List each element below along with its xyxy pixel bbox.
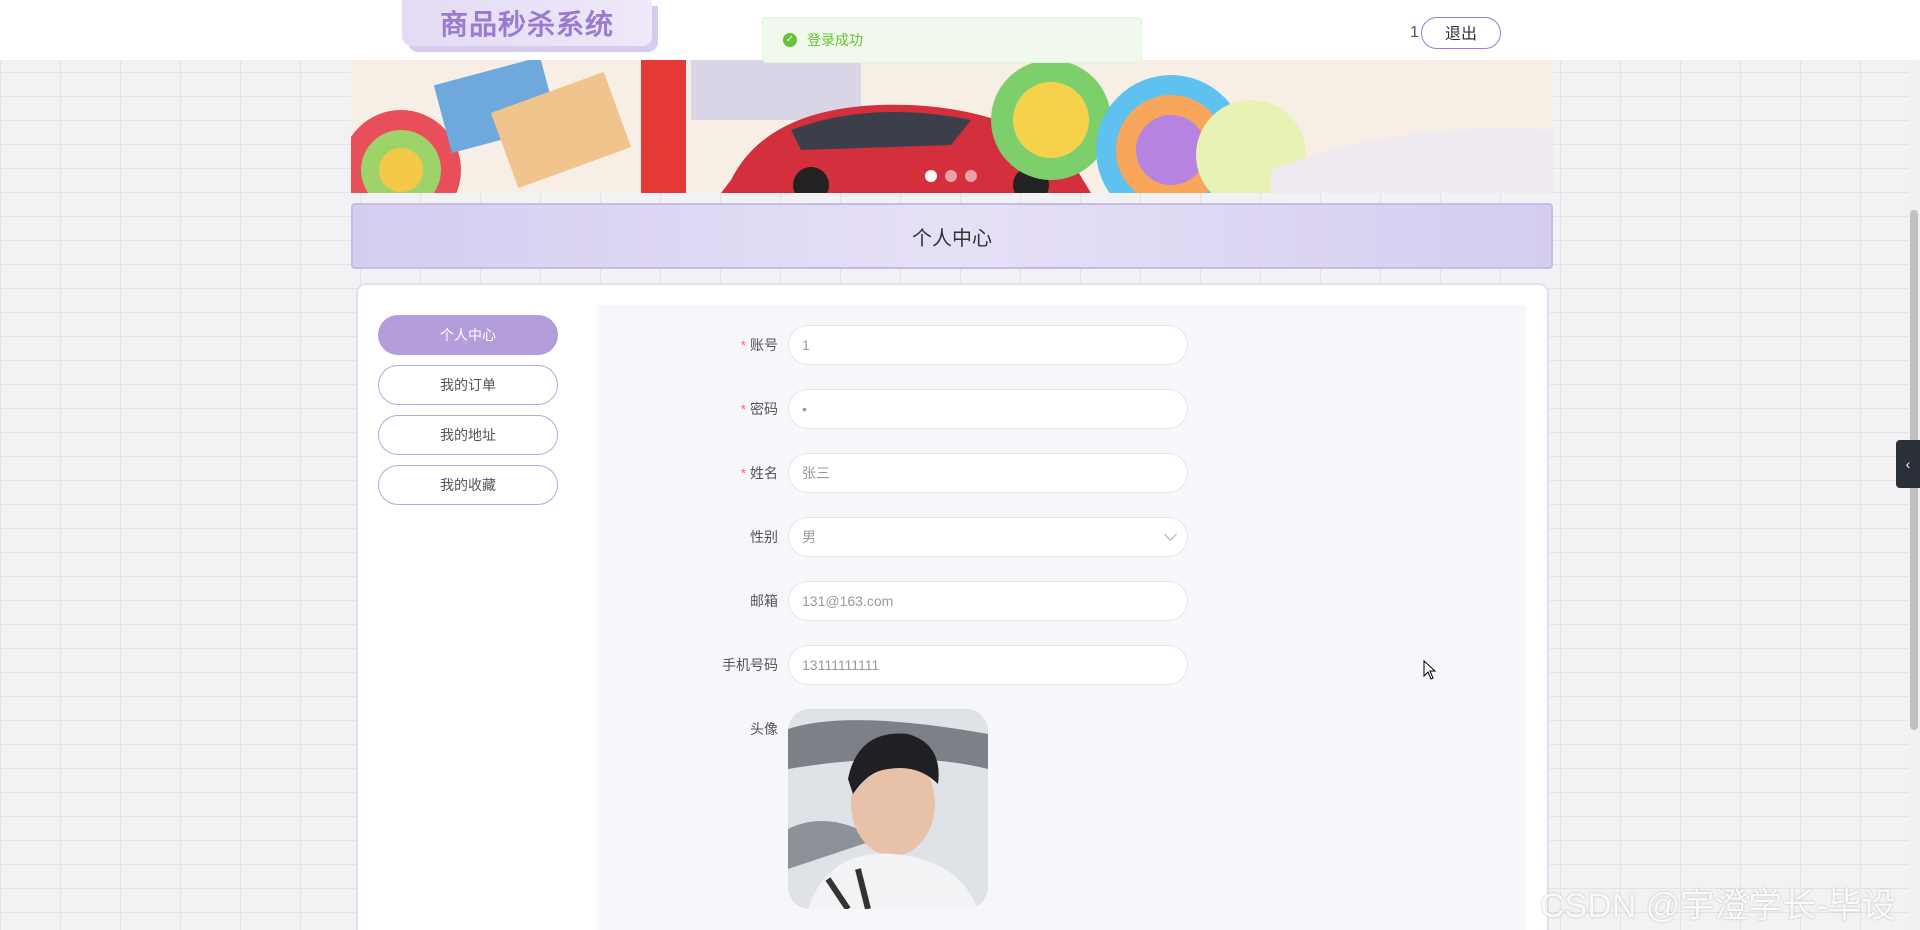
- carousel-dot[interactable]: [965, 170, 977, 182]
- required-mark: *: [740, 337, 746, 353]
- avatar[interactable]: [788, 709, 988, 909]
- page-title: 个人中心: [351, 203, 1553, 269]
- form-row-password: * 密码 •: [598, 389, 1526, 429]
- email-label: 邮箱: [750, 593, 778, 609]
- carousel-dot[interactable]: [925, 170, 937, 182]
- form-row-gender: 性别 男: [598, 517, 1526, 557]
- menu-item-label: 我的订单: [440, 377, 496, 393]
- carousel-dot[interactable]: [945, 170, 957, 182]
- menu-item-label: 我的地址: [440, 427, 496, 443]
- menu-item-orders[interactable]: 我的订单: [378, 365, 558, 405]
- banner-carousel[interactable]: [351, 60, 1553, 193]
- form-row-name: * 姓名 张三: [598, 453, 1526, 493]
- avatar-label: 头像: [750, 721, 778, 737]
- toast-message: 登录成功: [807, 32, 863, 48]
- carousel-indicators: [925, 170, 977, 182]
- check-circle-icon: ✓: [783, 33, 797, 47]
- password-label: * 密码: [741, 389, 778, 429]
- name-input[interactable]: 张三: [788, 453, 1188, 493]
- site-title: 商品秒杀系统: [439, 9, 614, 40]
- logo[interactable]: 商品秒杀系统: [402, 0, 652, 46]
- menu-item-profile[interactable]: 个人中心: [378, 315, 558, 355]
- password-input[interactable]: •: [788, 389, 1188, 429]
- account-input[interactable]: 1: [788, 325, 1188, 365]
- email-input[interactable]: 131@163.com: [788, 581, 1188, 621]
- account-label: * 账号: [741, 325, 778, 365]
- name-label-text: 姓名: [750, 465, 778, 481]
- name-label: * 姓名: [741, 453, 778, 493]
- gender-label: 性别: [750, 529, 778, 545]
- watermark-text: CSDN @宇澄学长-毕设: [1540, 887, 1896, 925]
- account-label-text: 账号: [750, 337, 778, 353]
- menu-item-label: 我的收藏: [440, 477, 496, 493]
- required-mark: *: [740, 401, 746, 417]
- page-title-text: 个人中心: [912, 227, 992, 250]
- avatar-image: [788, 709, 988, 909]
- form-row-account: * 账号 1: [598, 325, 1526, 365]
- logout-button[interactable]: 退出: [1421, 17, 1501, 49]
- form-row-email: 邮箱 131@163.com: [598, 581, 1526, 621]
- username-label: 1: [1410, 24, 1419, 41]
- profile-side-menu: 个人中心 我的订单 我的地址 我的收藏: [378, 315, 558, 515]
- menu-item-favorites[interactable]: 我的收藏: [378, 465, 558, 505]
- mouse-cursor-icon: [1423, 660, 1437, 680]
- form-row-phone: 手机号码 13111111111: [598, 645, 1526, 685]
- required-mark: *: [740, 465, 746, 481]
- page-scrollbar[interactable]: [1908, 60, 1920, 930]
- gender-select[interactable]: 男: [788, 517, 1188, 557]
- phone-label: 手机号码: [722, 657, 778, 673]
- form-row-avatar: 头像: [598, 709, 1526, 909]
- menu-item-address[interactable]: 我的地址: [378, 415, 558, 455]
- phone-input[interactable]: 13111111111: [788, 645, 1188, 685]
- profile-card: 个人中心 我的订单 我的地址 我的收藏 * 账号 1 * 密码 • * 姓名 张三 性…: [356, 283, 1549, 930]
- chevron-down-icon: [1164, 528, 1177, 541]
- gender-selected-value: 男: [802, 529, 816, 545]
- password-label-text: 密码: [750, 401, 778, 417]
- drawer-toggle-button[interactable]: ‹: [1896, 440, 1920, 488]
- menu-item-label: 个人中心: [440, 327, 496, 343]
- profile-form: * 账号 1 * 密码 • * 姓名 张三 性别 男 邮箱 131@163.com 手…: [598, 305, 1526, 930]
- success-toast: ✓ 登录成功: [762, 17, 1142, 63]
- chevron-left-icon: ‹: [1905, 456, 1911, 472]
